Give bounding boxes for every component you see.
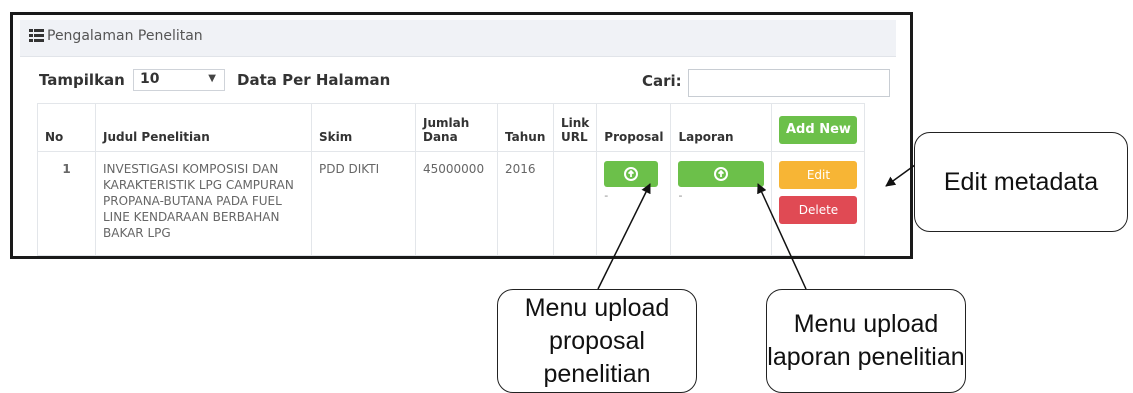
callout-edit-text: Edit metadata: [943, 167, 1099, 196]
arrow-proposal: [597, 183, 651, 290]
arrow-laporan: [757, 183, 807, 290]
callout-proposal-text: Menu upload proposal penelitian: [524, 293, 670, 388]
callout-edit-metadata: Edit metadata: [914, 132, 1128, 232]
callout-upload-proposal: Menu upload proposal penelitian: [497, 289, 697, 393]
arrow-edit: [885, 164, 916, 187]
callout-upload-laporan: Menu upload laporan penelitian: [766, 289, 966, 393]
callout-laporan-text: Menu upload laporan penelitian: [767, 310, 965, 371]
